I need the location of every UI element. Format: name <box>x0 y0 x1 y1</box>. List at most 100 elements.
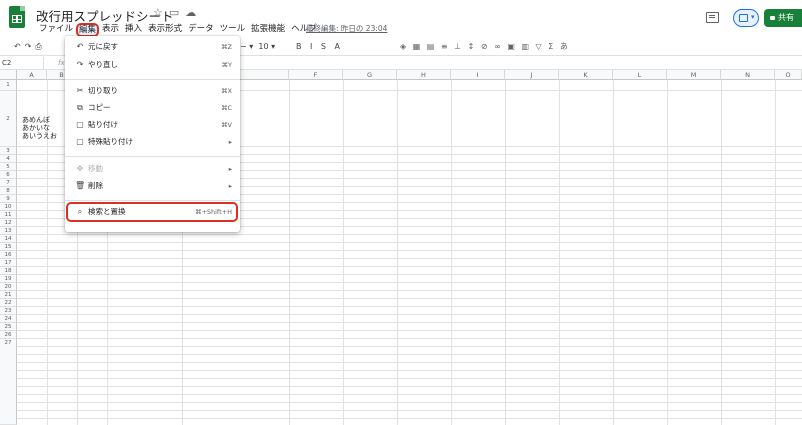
grid-line <box>721 80 722 425</box>
toolbar-left-icons[interactable]: ↶↷⎙ <box>14 41 46 53</box>
grid-line <box>17 314 802 315</box>
row-header-22[interactable]: 22 <box>0 299 17 307</box>
row-header-8[interactable]: 8 <box>0 187 17 195</box>
row-header-23[interactable]: 23 <box>0 307 17 315</box>
menu-insert[interactable]: 挿入 <box>122 23 145 37</box>
row-header-15[interactable]: 15 <box>0 243 17 251</box>
menu-item-redo[interactable]: ↷ やり直し ⌘Y <box>65 58 240 72</box>
sheets-logo-icon[interactable] <box>9 6 25 28</box>
row-header-24[interactable]: 24 <box>0 315 17 323</box>
grid-line <box>559 80 560 425</box>
row-header-2[interactable]: 2 <box>0 91 17 147</box>
row-header-5[interactable]: 5 <box>0 163 17 171</box>
menu-item-shortcut: ⌘V <box>221 121 232 129</box>
menu-item-undo[interactable]: ↶ 元に戻す ⌘Z <box>65 40 240 54</box>
column-header-m[interactable]: M <box>667 70 721 80</box>
row-header-20[interactable]: 20 <box>0 283 17 291</box>
grid-line <box>17 274 802 275</box>
input-tools-icon[interactable]: あ <box>560 42 570 51</box>
menu-item-paste-special[interactable]: ▢ 特殊貼り付け ▸ <box>65 135 240 149</box>
row-header-27[interactable]: 27 <box>0 339 17 425</box>
share-label: 共有 <box>778 13 794 22</box>
column-header-h[interactable]: H <box>397 70 451 80</box>
row-header-10[interactable]: 10 <box>0 203 17 211</box>
menu-view[interactable]: 表示 <box>99 23 122 37</box>
menu-item-paste[interactable]: ▢ 貼り付け ⌘V <box>65 118 240 132</box>
menu-item-cut[interactable]: ✂ 切り取り ⌘X <box>65 84 240 98</box>
submenu-arrow-icon: ▸ <box>228 165 232 173</box>
font-size-input[interactable]: − ▾ 10 ▾ <box>240 41 275 53</box>
menu-tools[interactable]: ツール <box>217 23 249 37</box>
format-buttons[interactable]: B I S A <box>296 41 343 53</box>
column-header-g[interactable]: G <box>343 70 397 80</box>
select-all-corner[interactable] <box>0 70 17 80</box>
last-edit-link[interactable]: 最終編集: 昨日の 23:04 <box>306 23 387 34</box>
column-header-i[interactable]: I <box>451 70 505 80</box>
grid-line <box>397 80 398 425</box>
star-icon[interactable]: ☆ <box>153 6 163 19</box>
menu-item-shortcut: ⌘Y <box>221 61 232 69</box>
row-header-26[interactable]: 26 <box>0 331 17 339</box>
menu-edit[interactable]: 編集 <box>76 23 100 37</box>
menu-item-move[interactable]: ✥ 移動 ▸ <box>65 162 240 176</box>
grid-line <box>17 346 802 347</box>
cell-a2-line: あめんぼ <box>22 116 50 124</box>
row-header-19[interactable]: 19 <box>0 275 17 283</box>
column-header-k[interactable]: K <box>559 70 613 80</box>
row-header-21[interactable]: 21 <box>0 291 17 299</box>
grid-line <box>17 378 802 379</box>
copy-icon: ⧉ <box>77 103 83 112</box>
row-header-25[interactable]: 25 <box>0 323 17 331</box>
move-icon: ✥ <box>76 164 84 173</box>
column-header-l[interactable]: L <box>613 70 667 80</box>
folder-icon[interactable]: ▭ <box>169 6 179 19</box>
name-box[interactable]: C2 <box>0 57 44 69</box>
row-header-17[interactable]: 17 <box>0 259 17 267</box>
grid-line <box>17 322 802 323</box>
row-header-12[interactable]: 12 <box>0 219 17 227</box>
row-header-11[interactable]: 11 <box>0 211 17 219</box>
row-header-16[interactable]: 16 <box>0 251 17 259</box>
fx-icon: fx <box>58 59 65 67</box>
grid-line <box>17 258 802 259</box>
grid-line <box>17 394 802 395</box>
grid-line <box>17 282 802 283</box>
comment-history-icon[interactable] <box>706 12 719 23</box>
menu-item-copy[interactable]: ⧉ コピー ⌘C <box>65 101 240 115</box>
column-header-f[interactable]: F <box>289 70 343 80</box>
toolbar-right-icons[interactable]: ◈ ▦ ▤ ≡ ⊥ ↕ ⊘ ∞ ▣ ▥ ▽ Σ あ <box>400 41 570 53</box>
menu-extensions[interactable]: 拡張機能 <box>248 23 288 37</box>
cloud-icon[interactable]: ☁ <box>185 6 196 19</box>
column-header-n[interactable]: N <box>721 70 775 80</box>
redo-icon: ↷ <box>76 60 84 69</box>
paste-special-icon: ▢ <box>76 137 84 146</box>
cell-a2[interactable]: あめんぼ あかいな あいうえお <box>22 116 57 140</box>
present-button[interactable]: ▾ <box>733 9 759 27</box>
grid-line <box>451 80 452 425</box>
menu-item-delete[interactable]: 🗑 削除 ▸ <box>65 179 240 193</box>
lock-icon <box>770 16 775 20</box>
menu-file[interactable]: ファイル <box>36 23 76 37</box>
row-header-13[interactable]: 13 <box>0 227 17 235</box>
grid-line <box>289 80 290 425</box>
row-header-14[interactable]: 14 <box>0 235 17 243</box>
grid-line <box>775 80 776 425</box>
column-header-j[interactable]: J <box>505 70 559 80</box>
column-header-a[interactable]: A <box>17 70 47 80</box>
row-header-9[interactable]: 9 <box>0 195 17 203</box>
row-header-7[interactable]: 7 <box>0 179 17 187</box>
grid-line <box>17 410 802 411</box>
grid-line <box>17 290 802 291</box>
menu-format[interactable]: 表示形式 <box>145 23 185 37</box>
row-header-3[interactable]: 3 <box>0 147 17 155</box>
row-header-1[interactable]: 1 <box>0 80 17 91</box>
row-header-4[interactable]: 4 <box>0 155 17 163</box>
grid-line <box>17 402 802 403</box>
menu-data[interactable]: データ <box>185 23 217 37</box>
grid-line <box>17 354 802 355</box>
find-replace-highlight <box>66 202 238 222</box>
row-header-18[interactable]: 18 <box>0 267 17 275</box>
column-header-o[interactable]: O <box>775 70 802 80</box>
share-button[interactable]: 共有 <box>764 9 802 27</box>
row-header-6[interactable]: 6 <box>0 171 17 179</box>
